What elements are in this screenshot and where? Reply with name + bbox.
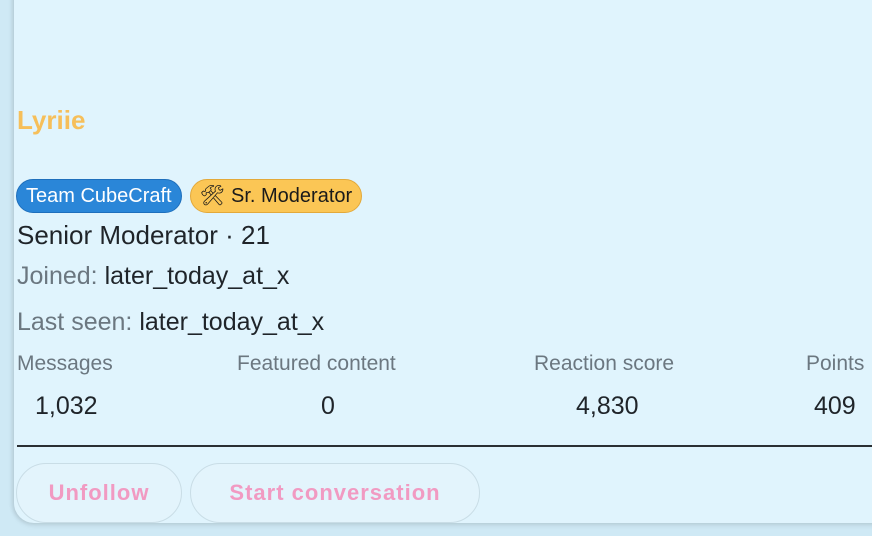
- stats-divider: [17, 445, 872, 447]
- featured-content-label: Featured content: [237, 352, 396, 375]
- last-seen-row: Last seen: later_today_at_x: [17, 308, 324, 337]
- team-badge: Team CubeCraft: [16, 179, 182, 213]
- messages-label: Messages: [17, 352, 113, 375]
- joined-value: later_today_at_x: [104, 262, 290, 290]
- reaction-score-value[interactable]: 4,830: [576, 392, 639, 421]
- unfollow-button[interactable]: Unfollow: [16, 463, 182, 523]
- moderator-badge-label: Sr. Moderator: [231, 185, 353, 207]
- username[interactable]: Lyriie: [17, 105, 85, 136]
- user-title: Senior Moderator · 21: [17, 220, 270, 250]
- tools-icon: 🛠: [199, 185, 226, 207]
- points-label: Points: [806, 352, 865, 375]
- joined-label: Joined:: [17, 262, 98, 290]
- featured-content-value[interactable]: 0: [321, 392, 335, 421]
- moderator-badge: 🛠 Sr. Moderator: [189, 179, 363, 213]
- profile-stats: Messages Featured content Reaction score…: [17, 352, 872, 422]
- messages-value[interactable]: 1,032: [35, 392, 98, 421]
- last-seen-label: Last seen:: [17, 308, 133, 336]
- points-value[interactable]: 409: [814, 392, 856, 421]
- start-conversation-button[interactable]: Start conversation: [190, 463, 480, 523]
- user-badges: Team CubeCraft 🛠 Sr. Moderator: [16, 179, 363, 213]
- reaction-score-label: Reaction score: [534, 352, 675, 375]
- joined-row: Joined: later_today_at_x: [17, 262, 289, 291]
- last-seen-value: later_today_at_x: [139, 308, 325, 336]
